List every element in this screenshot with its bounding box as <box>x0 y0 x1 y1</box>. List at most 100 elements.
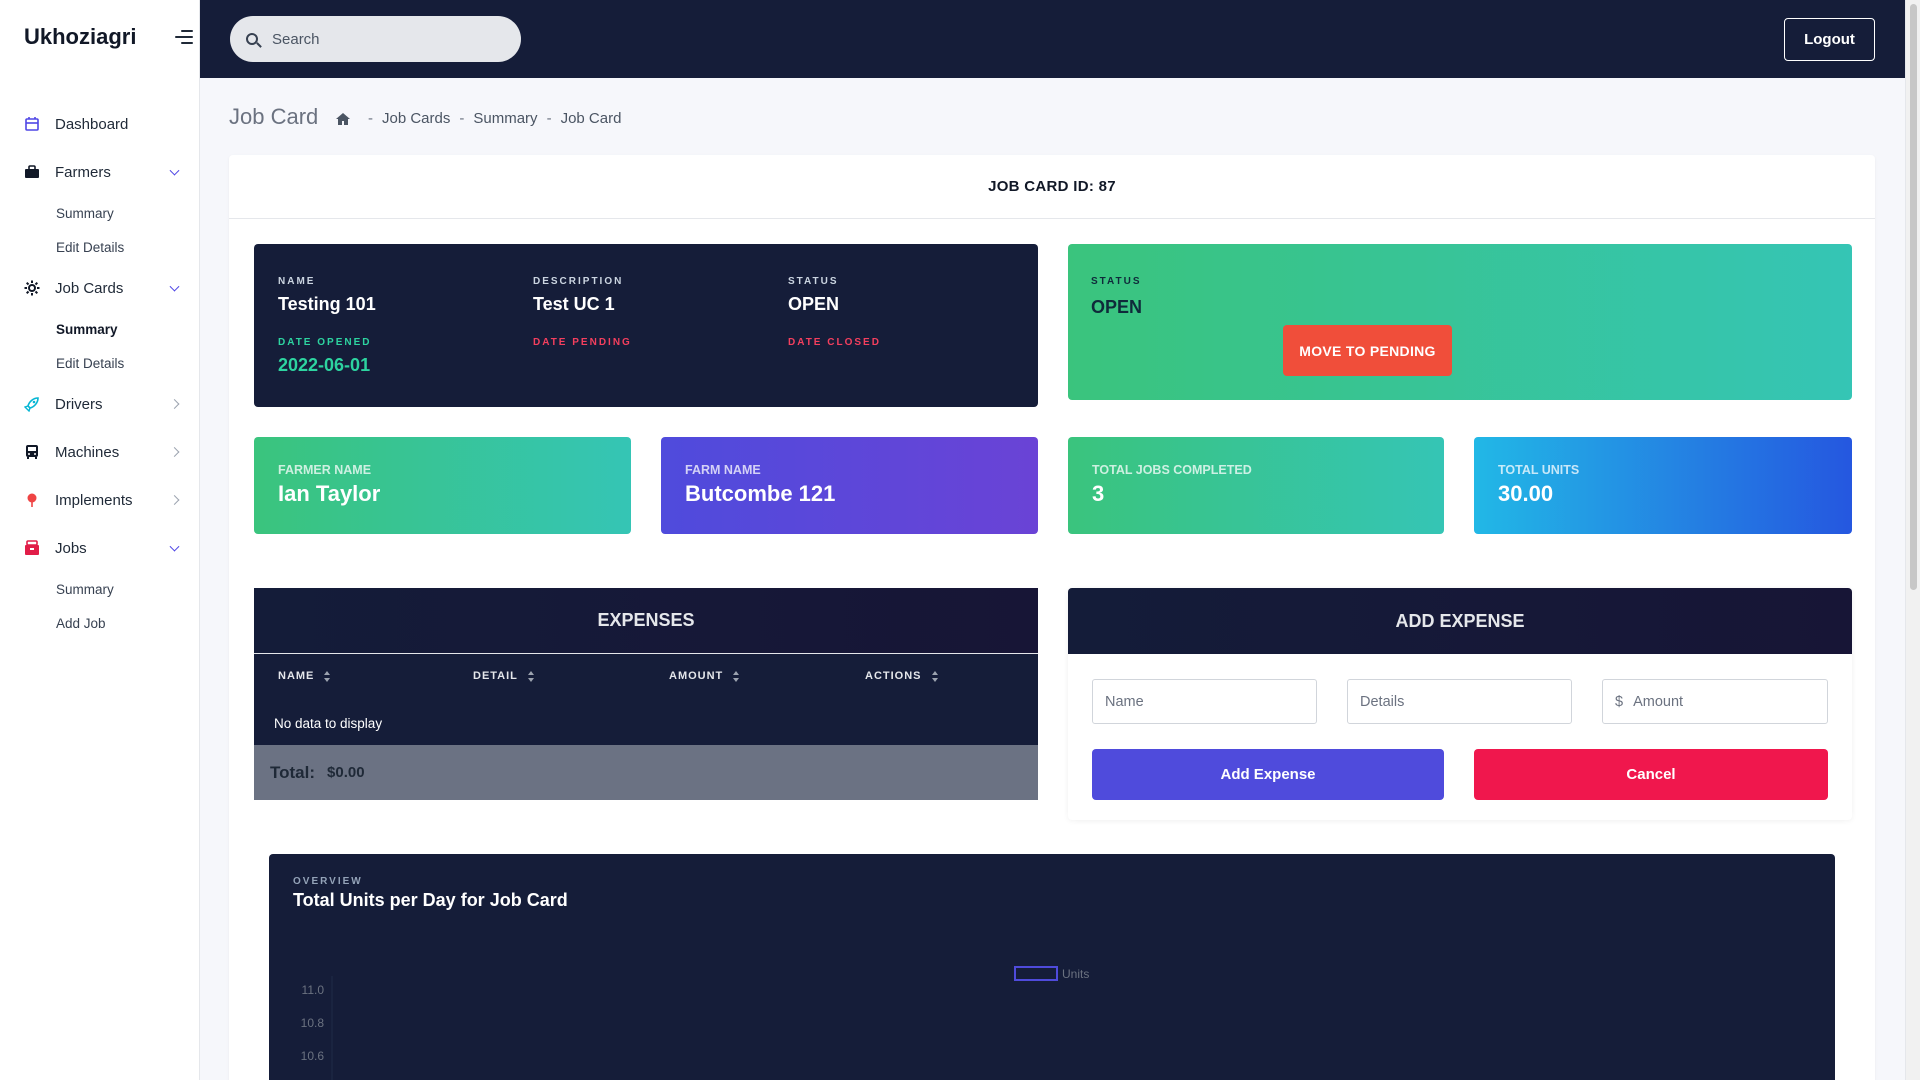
chevron-down-icon <box>169 541 180 552</box>
expense-name-field[interactable] <box>1092 679 1317 724</box>
expenses-title: EXPENSES <box>254 588 1038 654</box>
column-header-amount[interactable]: AMOUNT <box>669 670 740 682</box>
gear-icon <box>24 280 40 296</box>
menu-toggle-icon[interactable] <box>175 30 193 44</box>
column-actions-label: ACTIONS <box>865 670 922 682</box>
breadcrumb-job-card: Job Card <box>560 110 622 127</box>
total-jobs-card: TOTAL JOBS COMPLETED 3 <box>1068 437 1444 534</box>
bus-icon <box>24 444 40 460</box>
sidebar-subitem-job-cards-edit-details[interactable]: Edit Details <box>0 346 200 380</box>
empty-table-message: No data to display <box>274 716 383 731</box>
units-chart: Units 11.0 10.8 10.6 <box>301 966 1089 1080</box>
date-opened-value: 2022-06-01 <box>278 355 371 375</box>
farm-name-card: FARM NAME Butcombe 121 <box>661 437 1038 534</box>
job-card-info-panel: NAME Testing 101 DATE OPENED 2022-06-01 … <box>254 244 1038 407</box>
description-column: DESCRIPTION Test UC 1 DATE PENDING <box>533 276 632 348</box>
farmer-name-card: FARMER NAME Ian Taylor <box>254 437 631 534</box>
breadcrumb-separator: - <box>546 110 552 127</box>
name-column: NAME Testing 101 DATE OPENED 2022-06-01 <box>278 276 376 376</box>
legend-swatch-units[interactable] <box>1014 966 1058 981</box>
expense-name-input[interactable] <box>1105 693 1316 710</box>
move-to-pending-button[interactable]: MOVE TO PENDING <box>1283 325 1452 376</box>
sidebar-item-jobs[interactable]: Jobs <box>0 524 200 572</box>
total-jobs-label: TOTAL JOBS COMPLETED <box>1092 463 1252 477</box>
chevron-right-icon <box>169 495 180 505</box>
expense-details-input[interactable] <box>1360 693 1571 710</box>
column-name-label: NAME <box>278 670 315 682</box>
sidebar-item-label: Drivers <box>55 395 103 413</box>
logout-button[interactable]: Logout <box>1784 18 1875 61</box>
sidebar-item-label: Farmers <box>55 163 111 181</box>
farmer-name-value: Ian Taylor <box>278 481 381 506</box>
sidebar-item-label: Job Cards <box>55 279 124 297</box>
y-tick-label: 10.6 <box>301 1049 325 1063</box>
expense-amount-field[interactable]: $ <box>1602 679 1828 724</box>
column-detail-label: DETAIL <box>473 670 518 682</box>
briefcase-icon <box>24 164 40 180</box>
name-label: NAME <box>278 276 316 287</box>
page-title: Job Card <box>229 104 319 129</box>
add-expense-title: ADD EXPENSE <box>1068 588 1852 654</box>
brand-logo[interactable]: Ukhoziagri <box>24 24 136 50</box>
sidebar-item-label: Implements <box>55 491 133 509</box>
add-expense-panel: ADD EXPENSE $ Add Expense Cancel <box>1068 588 1852 820</box>
sidebar-subitem-jobs-summary[interactable]: Summary <box>0 572 200 606</box>
total-units-card: TOTAL UNITS 30.00 <box>1474 437 1852 534</box>
sidebar-item-drivers[interactable]: Drivers <box>0 380 200 428</box>
y-tick-label: 11.0 <box>302 983 325 997</box>
column-header-detail[interactable]: DETAIL <box>473 670 534 682</box>
sidebar-subitem-job-cards-summary[interactable]: Summary <box>0 312 200 346</box>
sidebar-subitem-jobs-add-job[interactable]: Add Job <box>0 606 200 640</box>
sidebar-subitem-farmers-edit-details[interactable]: Edit Details <box>0 230 200 264</box>
expenses-total-bar: Total: $0.00 <box>254 745 1038 800</box>
sidebar-item-label: Jobs <box>55 539 87 557</box>
status-column: STATUS OPEN DATE CLOSED <box>788 276 881 348</box>
dashboard-icon <box>24 116 40 132</box>
cancel-button[interactable]: Cancel <box>1474 749 1828 800</box>
y-tick-label: 10.8 <box>301 1016 325 1030</box>
expense-details-field[interactable] <box>1347 679 1572 724</box>
sidebar-nav: Dashboard Farmers Summary Edit Details J… <box>0 100 200 640</box>
breadcrumb-job-cards[interactable]: Job Cards <box>382 110 450 127</box>
add-expense-button[interactable]: Add Expense <box>1092 749 1444 800</box>
date-pending-label: DATE PENDING <box>533 337 632 348</box>
sidebar-item-farmers[interactable]: Farmers <box>0 148 200 196</box>
sidebar-item-implements[interactable]: Implements <box>0 476 200 524</box>
breadcrumb-summary[interactable]: Summary <box>473 110 537 127</box>
page-scrollbar[interactable] <box>1905 0 1920 1080</box>
status-panel-value: OPEN <box>1091 297 1143 317</box>
search-box[interactable] <box>230 16 521 62</box>
topbar: Logout <box>200 0 1905 78</box>
chevron-right-icon <box>169 447 180 457</box>
sidebar: Ukhoziagri Dashboard Farmers Summary Edi… <box>0 0 200 1080</box>
column-header-name[interactable]: NAME <box>278 670 331 682</box>
sidebar-item-job-cards[interactable]: Job Cards <box>0 264 200 312</box>
total-units-value: 30.00 <box>1498 481 1554 506</box>
chevron-down-icon <box>169 165 180 176</box>
total-value: $0.00 <box>327 764 365 781</box>
sort-icon <box>931 670 938 682</box>
sidebar-item-machines[interactable]: Machines <box>0 428 200 476</box>
breadcrumb-separator: - <box>459 110 465 127</box>
sidebar-subitem-farmers-summary[interactable]: Summary <box>0 196 200 230</box>
expense-amount-input[interactable] <box>1633 693 1827 710</box>
sidebar-item-dashboard[interactable]: Dashboard <box>0 100 200 148</box>
total-units-label: TOTAL UNITS <box>1498 463 1580 477</box>
description-value: Test UC 1 <box>533 294 615 314</box>
name-value: Testing 101 <box>278 294 376 314</box>
total-label: Total: <box>270 762 316 782</box>
status-label: STATUS <box>788 276 839 287</box>
breadcrumb-separator: - <box>368 110 373 127</box>
legend-label-units[interactable]: Units <box>1062 967 1089 981</box>
column-header-actions[interactable]: ACTIONS <box>865 670 938 682</box>
status-value: OPEN <box>788 294 840 314</box>
rocket-icon <box>24 396 40 412</box>
scrollbar-thumb[interactable] <box>1910 4 1917 590</box>
search-icon <box>246 33 258 45</box>
date-opened-label: DATE OPENED <box>278 337 372 348</box>
map-pin-icon <box>24 492 40 508</box>
search-input[interactable] <box>272 30 492 48</box>
column-amount-label: AMOUNT <box>669 670 724 682</box>
currency-symbol: $ <box>1615 693 1624 710</box>
home-icon[interactable] <box>335 112 351 126</box>
